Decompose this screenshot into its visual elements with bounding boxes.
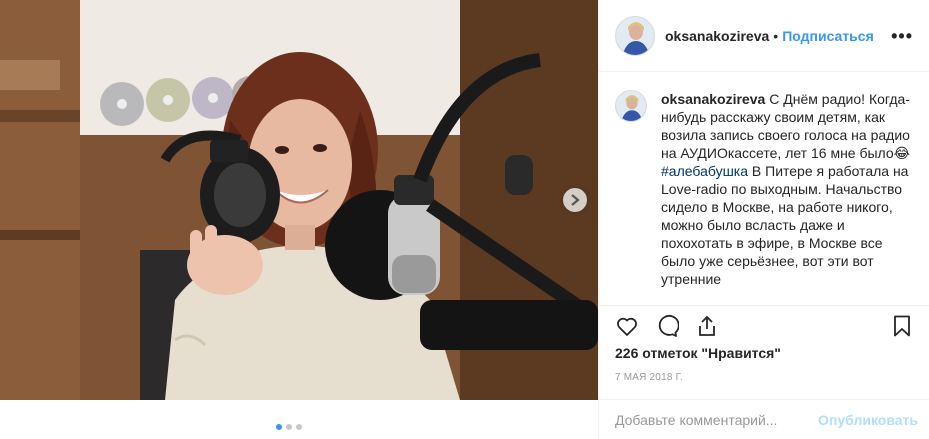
avatar-image: [616, 16, 654, 55]
comment-input[interactable]: [615, 411, 819, 428]
like-button[interactable]: [607, 306, 647, 346]
avatar[interactable]: [615, 15, 655, 56]
action-bar: [599, 305, 929, 345]
caption-body-continued: В Питере я работала на Love-radio по вых…: [661, 163, 909, 287]
comment-bar: Опубликовать: [599, 399, 929, 439]
speech-bubble-icon: [658, 314, 679, 337]
avatar-image: [616, 91, 646, 121]
publish-button[interactable]: Опубликовать: [818, 412, 918, 428]
post-panel: oksanakozireva • Подписаться ••• oksanak…: [598, 0, 929, 439]
avatar[interactable]: [615, 90, 647, 122]
save-button[interactable]: [882, 306, 922, 346]
photo-image: [0, 0, 598, 400]
caption: oksanakozireva С Днём радио! Когда-нибудь…: [599, 72, 929, 304]
caption-username-link[interactable]: oksanakozireva: [661, 91, 765, 107]
post-header: oksanakozireva • Подписаться •••: [599, 0, 929, 72]
comment-button[interactable]: [647, 306, 687, 346]
post-photo[interactable]: [0, 0, 598, 400]
header-separator: •: [773, 27, 779, 44]
carousel-dot: [296, 424, 302, 430]
username-link[interactable]: oksanakozireva: [665, 28, 769, 44]
likes-count[interactable]: 226 отметок "Нравится": [615, 345, 781, 361]
carousel-dots: [276, 424, 302, 430]
carousel-dot: [286, 424, 292, 430]
heart-icon: [617, 317, 637, 336]
share-icon: [699, 315, 715, 336]
share-button[interactable]: [687, 306, 727, 346]
follow-button[interactable]: Подписаться: [782, 28, 874, 44]
more-options-icon[interactable]: •••: [891, 27, 913, 45]
bookmark-icon: [894, 315, 910, 336]
carousel-next-button[interactable]: [563, 188, 587, 212]
chevron-right-icon: [571, 194, 580, 206]
carousel-dot: [276, 424, 282, 430]
post-date[interactable]: 7 МАЯ 2018 Г.: [615, 372, 683, 383]
hashtag-link[interactable]: #алебабушка: [661, 163, 748, 179]
caption-text: oksanakozireva С Днём радио! Когда-нибудь…: [661, 90, 913, 304]
